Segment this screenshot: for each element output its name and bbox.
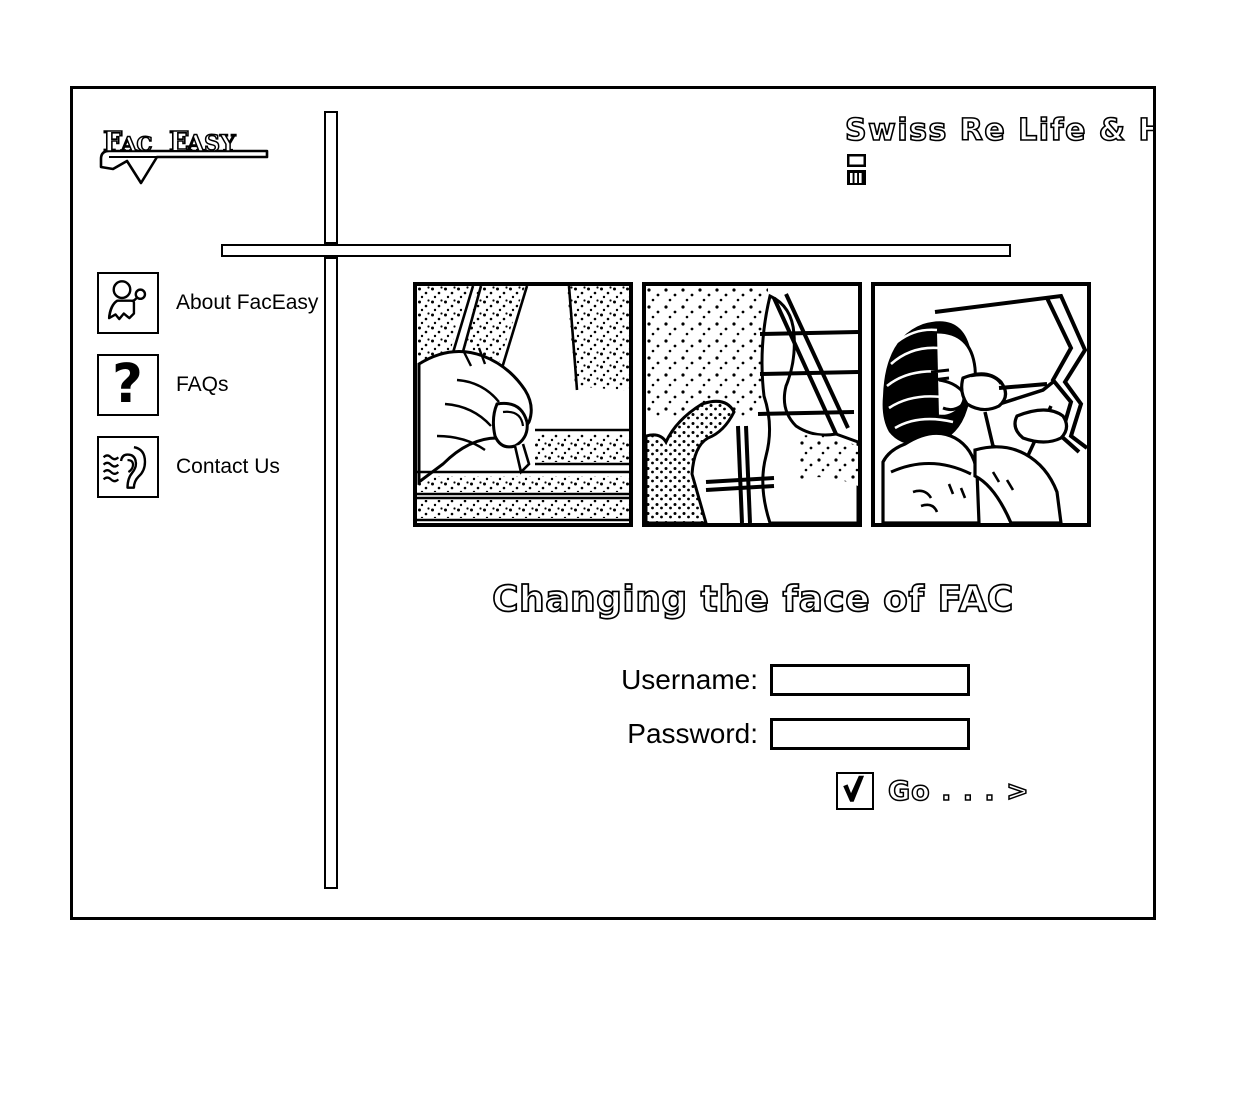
vertical-divider-top [324, 111, 338, 244]
illustration-gallery [413, 282, 1091, 527]
sidebar-item-contact-us[interactable]: Contact Us [97, 435, 312, 499]
horizontal-divider [221, 244, 1011, 257]
login-form: Username: Password: Go . . . > [413, 664, 1113, 810]
hand-holding-pen-illustration [413, 282, 633, 527]
question-mark-icon: ? [97, 353, 159, 416]
username-row: Username: [413, 664, 1113, 696]
checkmark-icon[interactable] [836, 772, 874, 810]
person-at-drafting-table-illustration [871, 282, 1091, 527]
sidebar: About FacEasy ? FAQs Contact Us [97, 271, 318, 517]
password-label: Password: [627, 718, 758, 749]
faceasy-wave-logo: F AC E ASY [99, 126, 269, 185]
faceasy-logo[interactable]: F AC E ASY [97, 117, 297, 189]
svg-text:?: ? [112, 356, 143, 413]
username-input[interactable] [770, 664, 970, 696]
sidebar-item-faqs[interactable]: ? FAQs [97, 353, 312, 417]
sidebar-item-label: About FacEasy [176, 291, 319, 314]
svg-text:ASY: ASY [186, 131, 236, 157]
go-button-label: Go . . . > [887, 775, 1030, 808]
go-button[interactable]: Go . . . > [413, 772, 1113, 810]
tagline: Changing the face of FAC [491, 578, 1014, 621]
brand-title: Swiss Re Life & Hea [844, 115, 1153, 148]
brand-block: Swiss Re Life & Hea [843, 115, 1153, 225]
page-frame: F AC E ASY Swiss Re Life & Hea [70, 86, 1156, 920]
username-label: Username: [621, 664, 758, 695]
vertical-divider-bottom [324, 257, 338, 889]
password-input[interactable] [770, 718, 970, 750]
svg-text:F: F [103, 127, 122, 158]
svg-text:AC: AC [120, 132, 152, 156]
swissre-monitor-icon [845, 153, 1153, 192]
person-pointing-icon [97, 272, 159, 334]
sidebar-item-label: FAQs [176, 373, 229, 396]
sidebar-item-about-faceasy[interactable]: About FacEasy [97, 271, 318, 335]
password-row: Password: [413, 718, 1113, 750]
sidebar-item-label: Contact Us [176, 455, 280, 478]
ladder-scaffolding-illustration [642, 282, 862, 527]
ear-soundwaves-icon [97, 436, 159, 498]
